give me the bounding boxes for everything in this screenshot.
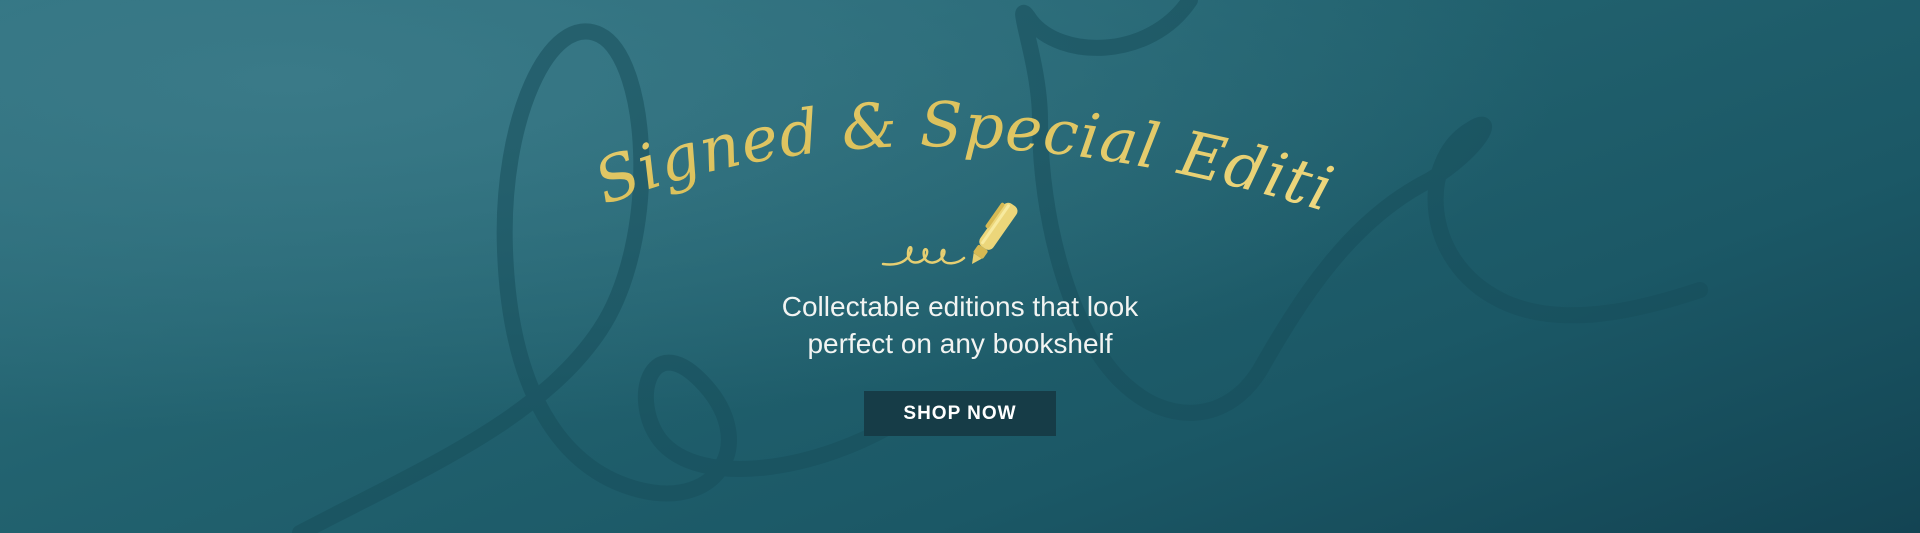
hero-banner: Signed & Special Editions Collectable ed… [0,0,1920,533]
tagline: Collectable editions that look perfect o… [660,288,1260,362]
tagline-line-1: Collectable editions that look [781,291,1139,322]
fountain-pen-icon [881,202,1018,266]
tagline-line-2: perfect on any bookshelf [807,328,1113,359]
banner-content: Signed & Special Editions Collectable ed… [0,0,1920,533]
shop-now-button[interactable]: SHOP NOW [864,391,1056,436]
